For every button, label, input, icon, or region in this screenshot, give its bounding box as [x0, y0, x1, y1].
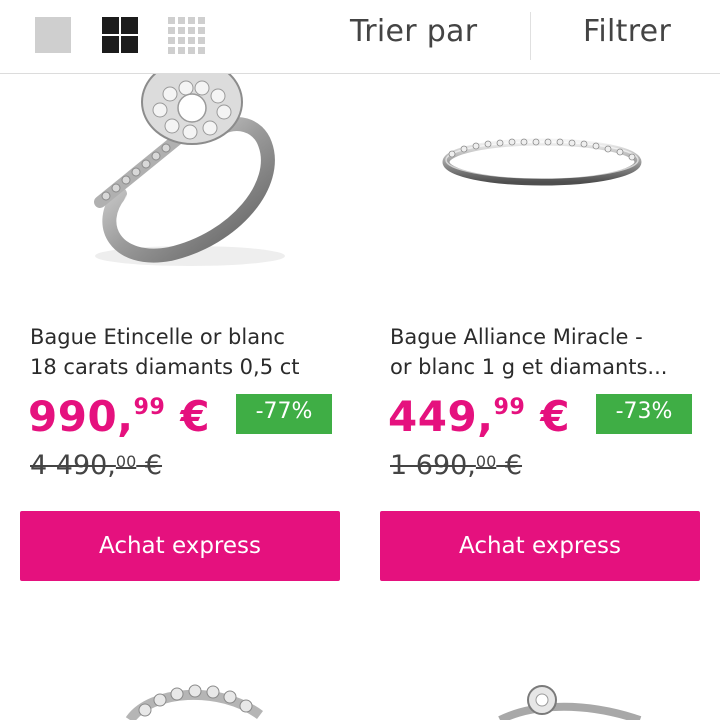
product-price: 449,99 €	[388, 392, 571, 441]
express-buy-button[interactable]: Achat express	[380, 511, 700, 581]
filter-button[interactable]: Filtrer	[583, 14, 671, 49]
product-title-line: Bague Etincelle or blanc	[30, 325, 285, 349]
single-view-icon[interactable]	[34, 16, 72, 54]
original-price: 1 690,00 €	[390, 450, 523, 481]
toolbar-divider	[530, 12, 531, 60]
product-card[interactable]: Bague Alliance Miracle - or blanc 1 g et…	[380, 74, 720, 594]
grid-view-icon[interactable]	[101, 16, 139, 54]
sort-button[interactable]: Trier par	[350, 14, 477, 49]
listing-toolbar: Trier par Filtrer	[0, 0, 720, 74]
product-image-ring-eternity[interactable]	[380, 74, 720, 289]
product-title-line: 18 carats diamants 0,5 ct	[30, 355, 300, 379]
product-title[interactable]: Bague Alliance Miracle - or blanc 1 g et…	[390, 322, 715, 382]
discount-badge: -77%	[236, 394, 332, 434]
product-image-ring-solitaire[interactable]	[20, 74, 360, 289]
product-image-ring-partial[interactable]	[380, 660, 720, 720]
product-card[interactable]: Bague Etincelle or blanc 18 carats diama…	[20, 74, 360, 594]
product-image-ring-partial[interactable]	[20, 660, 360, 720]
compact-grid-view-icon[interactable]	[167, 16, 205, 54]
product-title-line: or blanc 1 g et diamants...	[390, 355, 668, 379]
original-price: 4 490,00 €	[30, 450, 163, 481]
express-buy-button[interactable]: Achat express	[20, 511, 340, 581]
product-price: 990,99 €	[28, 392, 211, 441]
product-title[interactable]: Bague Etincelle or blanc 18 carats diama…	[30, 322, 355, 382]
discount-badge: -73%	[596, 394, 692, 434]
product-title-line: Bague Alliance Miracle -	[390, 325, 643, 349]
